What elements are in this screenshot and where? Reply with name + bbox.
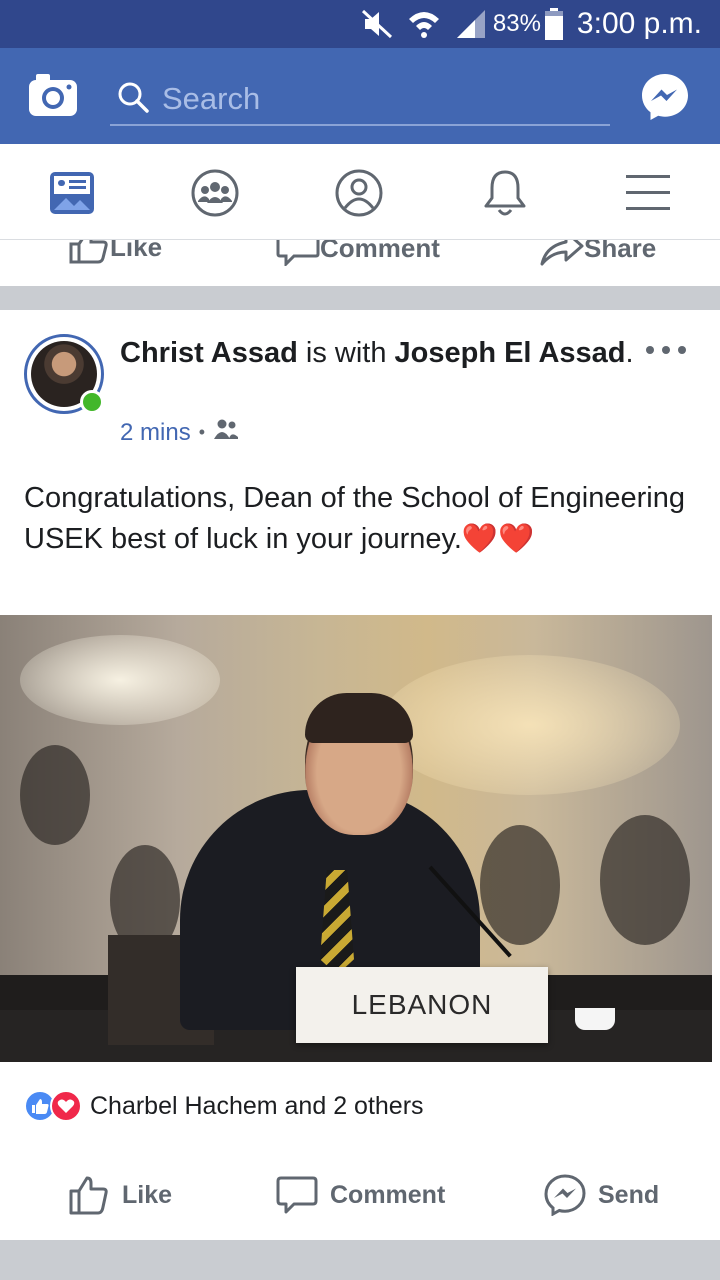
- camera-icon[interactable]: [28, 72, 78, 118]
- mute-icon: [361, 9, 393, 39]
- comment-button[interactable]: Comment: [276, 1165, 445, 1225]
- online-status-dot: [80, 390, 104, 414]
- post-message: Congratulations, Dean of the School of E…: [24, 482, 685, 555]
- prev-comment-button[interactable]: Comment: [276, 240, 440, 266]
- like-icon: [69, 240, 108, 264]
- battery-icon: [544, 8, 563, 40]
- love-reaction-icon: [50, 1090, 82, 1122]
- nav-tabs: [0, 144, 720, 240]
- heart-emojis: ❤️❤️: [461, 523, 535, 555]
- send-button[interactable]: Send: [544, 1165, 659, 1225]
- battery-percent: 83%: [492, 10, 541, 37]
- send-label: Send: [598, 1180, 660, 1209]
- feed-divider-bottom: [0, 1240, 720, 1280]
- clock: 3:00 p.m.: [576, 7, 702, 40]
- like-label: Like: [122, 1180, 173, 1209]
- search-icon: [116, 80, 150, 119]
- post-meta: 2 mins •: [120, 418, 239, 447]
- nameplate: LEBANON: [296, 967, 548, 1043]
- prev-like-label: Like: [110, 240, 163, 262]
- app-bar: Search: [0, 48, 720, 144]
- post-photo[interactable]: LEBANON: [0, 615, 712, 1062]
- prev-like-button[interactable]: Like: [68, 240, 162, 264]
- comment-icon: [276, 240, 320, 266]
- like-button[interactable]: Like: [68, 1165, 172, 1225]
- comment-label: Comment: [330, 1180, 446, 1209]
- groups-icon[interactable]: [190, 168, 240, 218]
- comment-icon: [276, 1176, 318, 1214]
- wifi-icon: [407, 7, 441, 41]
- feed-post: Christ Assad is with Joseph El Assad. 2 …: [0, 310, 720, 1240]
- news-feed-icon[interactable]: [47, 168, 97, 218]
- post-time[interactable]: 2 mins: [120, 419, 191, 447]
- like-icon: [69, 1176, 108, 1215]
- menu-icon[interactable]: [623, 168, 673, 218]
- more-options-icon[interactable]: [646, 340, 686, 360]
- prev-share-label: Share: [584, 240, 657, 263]
- share-icon: [540, 240, 584, 266]
- prev-share-button[interactable]: Share: [540, 240, 656, 266]
- tagged-name[interactable]: Joseph El Assad: [395, 337, 626, 369]
- post-text: Congratulations, Dean of the School of E…: [24, 478, 704, 560]
- search-placeholder: Search: [162, 81, 261, 116]
- with-text: is with: [297, 337, 395, 369]
- post-actions: Like Comment Send: [0, 1165, 720, 1225]
- previous-post-actions: Like Comment Share: [0, 240, 720, 286]
- friends-icon: [213, 418, 239, 447]
- reactions-text: Charbel Hachem and 2 others: [90, 1091, 424, 1120]
- post-header: Christ Assad is with Joseph El Assad.: [120, 334, 640, 372]
- author-name[interactable]: Christ Assad: [120, 337, 298, 369]
- reactions-summary[interactable]: Charbel Hachem and 2 others: [24, 1090, 424, 1122]
- status-bar: 83% 3:00 p.m.: [0, 0, 720, 48]
- period: .: [625, 337, 634, 369]
- meta-separator: •: [198, 422, 205, 442]
- messenger-send-icon: [544, 1174, 586, 1216]
- messenger-icon[interactable]: [640, 72, 690, 122]
- feed-divider: [0, 286, 720, 310]
- profile-icon[interactable]: [334, 168, 384, 218]
- search-input[interactable]: Search: [110, 74, 610, 126]
- signal-icon: [455, 8, 487, 40]
- prev-comment-label: Comment: [320, 240, 440, 263]
- notifications-icon[interactable]: [480, 168, 530, 218]
